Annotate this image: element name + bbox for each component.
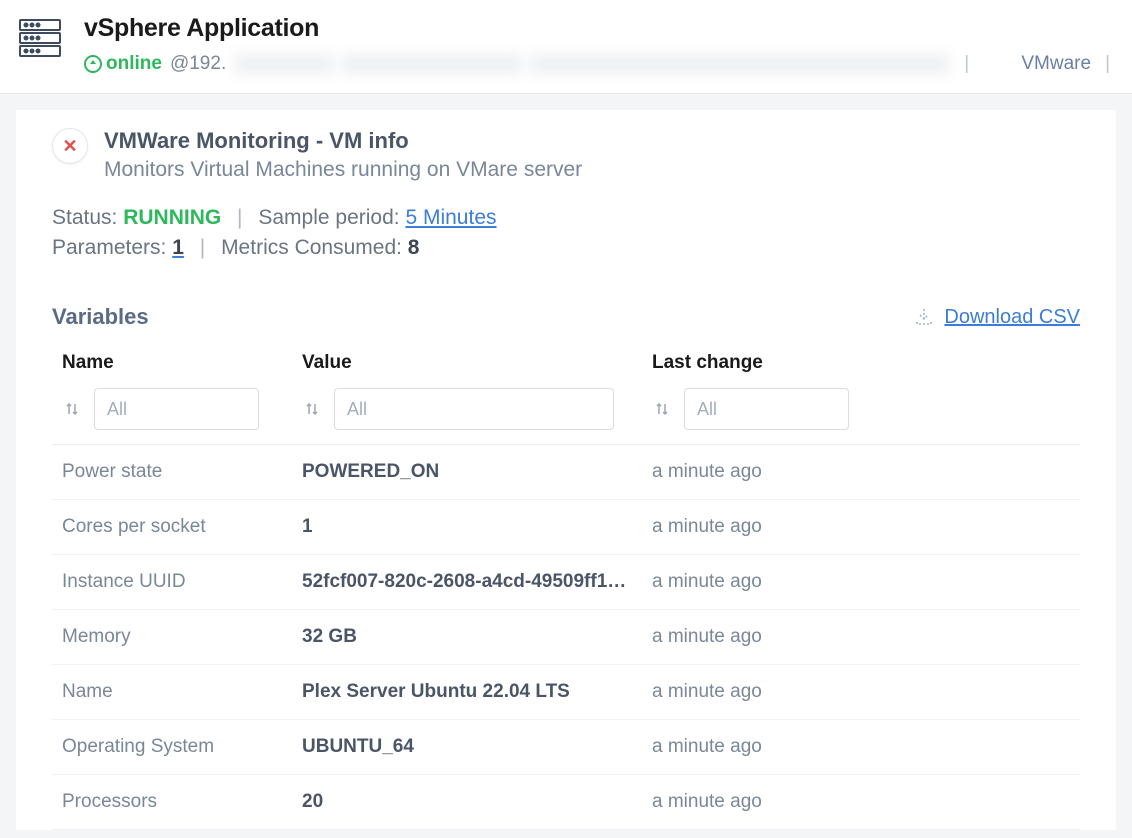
- section-description: Monitors Virtual Machines running on VMa…: [104, 158, 582, 182]
- monitoring-card: ✕ VMWare Monitoring - VM info Monitors V…: [16, 110, 1116, 830]
- cell-value: 20: [302, 791, 652, 813]
- column-header-last-change: Last change: [652, 352, 1070, 374]
- metrics-value: 8: [408, 236, 420, 259]
- sort-icon[interactable]: [302, 399, 322, 419]
- cell-value: UBUNTU_64: [302, 736, 652, 758]
- cell-name: Power state: [62, 461, 302, 483]
- cell-value: Plex Server Ubuntu 22.04 LTS: [302, 681, 652, 703]
- status-line-1: Status: RUNNING | Sample period: 5 Minut…: [52, 206, 1080, 230]
- app-title: vSphere Application: [84, 14, 1116, 43]
- header-meta: online @192. | VMware |: [84, 53, 1116, 75]
- variables-table: Name Value Last change Power statePOW: [52, 352, 1080, 830]
- cell-last-change: a minute ago: [652, 571, 1070, 593]
- close-icon: ✕: [62, 136, 77, 157]
- table-row: Processors20a minute ago: [52, 775, 1080, 830]
- redacted-text: [234, 54, 334, 74]
- divider: |: [964, 53, 969, 75]
- cell-last-change: a minute ago: [652, 791, 1070, 813]
- parameters-label: Parameters:: [52, 236, 172, 259]
- sample-period-link[interactable]: 5 Minutes: [405, 206, 496, 229]
- cell-value: 1: [302, 516, 652, 538]
- table-row: Memory32 GBa minute ago: [52, 610, 1080, 665]
- table-row: Power statePOWERED_ONa minute ago: [52, 445, 1080, 500]
- ip-address: @192.: [170, 53, 226, 75]
- status-value: RUNNING: [123, 206, 221, 229]
- download-icon: [914, 307, 934, 327]
- cell-value: 52fcf007-820c-2608-a4cd-49509ff1…: [302, 571, 652, 593]
- cell-name: Instance UUID: [62, 571, 302, 593]
- filter-name-input[interactable]: [94, 388, 259, 430]
- sample-period-label: Sample period:: [258, 206, 405, 229]
- vmware-label: VMware: [1021, 53, 1091, 75]
- close-button[interactable]: ✕: [52, 128, 88, 164]
- cell-name: Memory: [62, 626, 302, 648]
- variables-title: Variables: [52, 304, 149, 330]
- cell-last-change: a minute ago: [652, 681, 1070, 703]
- separator: |: [237, 206, 242, 229]
- app-header: vSphere Application online @192. | VMwar…: [0, 0, 1132, 94]
- column-header-name: Name: [62, 352, 302, 374]
- cell-last-change: a minute ago: [652, 461, 1070, 483]
- status-line-2: Parameters: 1 | Metrics Consumed: 8: [52, 236, 1080, 260]
- online-status-badge: online: [84, 53, 162, 75]
- separator: |: [200, 236, 205, 259]
- status-label: Status:: [52, 206, 123, 229]
- cell-value: 32 GB: [302, 626, 652, 648]
- cell-value: POWERED_ON: [302, 461, 652, 483]
- cell-name: Name: [62, 681, 302, 703]
- table-row: Cores per socket1a minute ago: [52, 500, 1080, 555]
- server-rack-icon: [16, 14, 64, 62]
- filter-value-input[interactable]: [334, 388, 614, 430]
- table-row: Instance UUID52fcf007-820c-2608-a4cd-495…: [52, 555, 1080, 610]
- redacted-text: [342, 54, 522, 74]
- cell-last-change: a minute ago: [652, 626, 1070, 648]
- cell-name: Processors: [62, 791, 302, 813]
- sort-icon[interactable]: [652, 399, 672, 419]
- online-icon: [84, 55, 102, 73]
- divider: |: [1105, 53, 1110, 75]
- cell-last-change: a minute ago: [652, 736, 1070, 758]
- redacted-text: [530, 54, 950, 74]
- download-csv-text: Download CSV: [944, 306, 1080, 329]
- table-row: Operating SystemUBUNTU_64a minute ago: [52, 720, 1080, 775]
- online-status-text: online: [106, 53, 162, 75]
- sort-icon[interactable]: [62, 399, 82, 419]
- table-row: NamePlex Server Ubuntu 22.04 LTSa minute…: [52, 665, 1080, 720]
- cell-last-change: a minute ago: [652, 516, 1070, 538]
- cell-name: Cores per socket: [62, 516, 302, 538]
- metrics-label: Metrics Consumed:: [221, 236, 408, 259]
- column-header-value: Value: [302, 352, 652, 374]
- filter-lastchange-input[interactable]: [684, 388, 849, 430]
- parameters-link[interactable]: 1: [172, 236, 184, 259]
- download-csv-link[interactable]: Download CSV: [914, 306, 1080, 329]
- section-title: VMWare Monitoring - VM info: [104, 128, 582, 154]
- cell-name: Operating System: [62, 736, 302, 758]
